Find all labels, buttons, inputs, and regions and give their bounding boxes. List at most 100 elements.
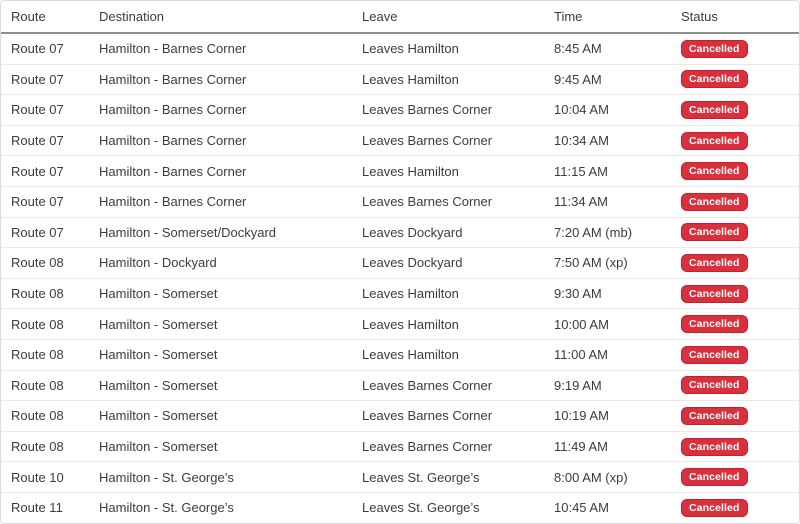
status-cell: Cancelled [671, 462, 799, 493]
table-row: Route 08 Hamilton - Dockyard Leaves Dock… [1, 248, 799, 279]
destination-cell: Hamilton - Barnes Corner [89, 33, 352, 64]
status-cell: Cancelled [671, 64, 799, 95]
status-cell: Cancelled [671, 309, 799, 340]
column-header-leave: Leave [352, 1, 544, 33]
destination-cell: Hamilton - Barnes Corner [89, 186, 352, 217]
destination-cell: Hamilton - Somerset [89, 401, 352, 432]
status-badge: Cancelled [681, 407, 748, 425]
schedule-table: Route Destination Leave Time Status Rout… [1, 1, 799, 523]
route-cell: Route 07 [1, 156, 89, 187]
route-cell: Route 08 [1, 370, 89, 401]
leave-cell: Leaves Dockyard [352, 248, 544, 279]
time-cell: 9:30 AM [544, 278, 671, 309]
leave-cell: Leaves Hamilton [352, 156, 544, 187]
table-row: Route 07 Hamilton - Barnes Corner Leaves… [1, 156, 799, 187]
table-row: Route 10 Hamilton - St. George’s Leaves … [1, 462, 799, 493]
route-cell: Route 10 [1, 462, 89, 493]
schedule-table-body: Route 07 Hamilton - Barnes Corner Leaves… [1, 33, 799, 523]
table-row: Route 08 Hamilton - Somerset Leaves Barn… [1, 431, 799, 462]
time-cell: 11:15 AM [544, 156, 671, 187]
route-cell: Route 11 [1, 492, 89, 522]
status-cell: Cancelled [671, 370, 799, 401]
table-row: Route 08 Hamilton - Somerset Leaves Barn… [1, 370, 799, 401]
leave-cell: Leaves Hamilton [352, 278, 544, 309]
table-row: Route 07 Hamilton - Barnes Corner Leaves… [1, 64, 799, 95]
leave-cell: Leaves Barnes Corner [352, 125, 544, 156]
table-row: Route 07 Hamilton - Somerset/Dockyard Le… [1, 217, 799, 248]
destination-cell: Hamilton - Somerset [89, 278, 352, 309]
destination-cell: Hamilton - Barnes Corner [89, 64, 352, 95]
route-cell: Route 08 [1, 248, 89, 279]
schedule-table-container: Route Destination Leave Time Status Rout… [0, 0, 800, 524]
destination-cell: Hamilton - Dockyard [89, 248, 352, 279]
time-cell: 8:45 AM [544, 33, 671, 64]
leave-cell: Leaves St. George’s [352, 462, 544, 493]
status-badge: Cancelled [681, 254, 748, 272]
status-badge: Cancelled [681, 70, 748, 88]
column-header-route: Route [1, 1, 89, 33]
leave-cell: Leaves Hamilton [352, 64, 544, 95]
status-cell: Cancelled [671, 278, 799, 309]
destination-cell: Hamilton - Somerset [89, 339, 352, 370]
status-cell: Cancelled [671, 401, 799, 432]
time-cell: 7:50 AM (xp) [544, 248, 671, 279]
table-row: Route 07 Hamilton - Barnes Corner Leaves… [1, 186, 799, 217]
destination-cell: Hamilton - Somerset [89, 309, 352, 340]
time-cell: 11:49 AM [544, 431, 671, 462]
destination-cell: Hamilton - Somerset/Dockyard [89, 217, 352, 248]
time-cell: 11:34 AM [544, 186, 671, 217]
leave-cell: Leaves Hamilton [352, 339, 544, 370]
destination-cell: Hamilton - St. George’s [89, 462, 352, 493]
leave-cell: Leaves Barnes Corner [352, 401, 544, 432]
time-cell: 10:34 AM [544, 125, 671, 156]
status-badge: Cancelled [681, 193, 748, 211]
destination-cell: Hamilton - St. George’s [89, 492, 352, 522]
column-header-destination: Destination [89, 1, 352, 33]
time-cell: 9:45 AM [544, 64, 671, 95]
column-header-status: Status [671, 1, 799, 33]
leave-cell: Leaves Barnes Corner [352, 431, 544, 462]
status-cell: Cancelled [671, 33, 799, 64]
time-cell: 10:45 AM [544, 492, 671, 522]
leave-cell: Leaves Barnes Corner [352, 370, 544, 401]
leave-cell: Leaves Hamilton [352, 33, 544, 64]
table-row: Route 08 Hamilton - Somerset Leaves Hami… [1, 339, 799, 370]
route-cell: Route 07 [1, 186, 89, 217]
status-cell: Cancelled [671, 156, 799, 187]
table-row: Route 08 Hamilton - Somerset Leaves Hami… [1, 278, 799, 309]
time-cell: 9:19 AM [544, 370, 671, 401]
time-cell: 11:00 AM [544, 339, 671, 370]
time-cell: 10:19 AM [544, 401, 671, 432]
table-row: Route 07 Hamilton - Barnes Corner Leaves… [1, 33, 799, 64]
destination-cell: Hamilton - Barnes Corner [89, 125, 352, 156]
status-cell: Cancelled [671, 217, 799, 248]
status-badge: Cancelled [681, 499, 748, 517]
status-badge: Cancelled [681, 101, 748, 119]
status-cell: Cancelled [671, 125, 799, 156]
destination-cell: Hamilton - Barnes Corner [89, 95, 352, 126]
status-cell: Cancelled [671, 431, 799, 462]
status-badge: Cancelled [681, 162, 748, 180]
route-cell: Route 08 [1, 431, 89, 462]
route-cell: Route 07 [1, 125, 89, 156]
route-cell: Route 08 [1, 401, 89, 432]
status-cell: Cancelled [671, 248, 799, 279]
route-cell: Route 08 [1, 278, 89, 309]
time-cell: 8:00 AM (xp) [544, 462, 671, 493]
time-cell: 7:20 AM (mb) [544, 217, 671, 248]
destination-cell: Hamilton - Somerset [89, 370, 352, 401]
table-row: Route 08 Hamilton - Somerset Leaves Hami… [1, 309, 799, 340]
time-cell: 10:00 AM [544, 309, 671, 340]
leave-cell: Leaves Barnes Corner [352, 186, 544, 217]
table-row: Route 07 Hamilton - Barnes Corner Leaves… [1, 125, 799, 156]
time-cell: 10:04 AM [544, 95, 671, 126]
leave-cell: Leaves St. George’s [352, 492, 544, 522]
status-badge: Cancelled [681, 315, 748, 333]
leave-cell: Leaves Dockyard [352, 217, 544, 248]
route-cell: Route 08 [1, 339, 89, 370]
status-badge: Cancelled [681, 285, 748, 303]
destination-cell: Hamilton - Somerset [89, 431, 352, 462]
route-cell: Route 07 [1, 95, 89, 126]
table-row: Route 07 Hamilton - Barnes Corner Leaves… [1, 95, 799, 126]
status-cell: Cancelled [671, 186, 799, 217]
